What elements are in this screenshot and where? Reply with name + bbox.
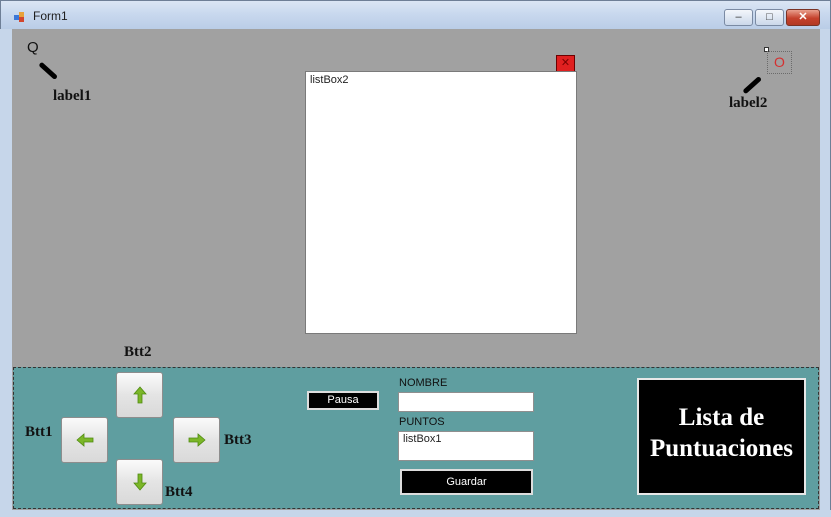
arrow-left-icon: [76, 433, 94, 447]
nombre-label: NOMBRE: [399, 377, 448, 389]
lista-line2: Puntuaciones: [649, 435, 794, 462]
listbox1[interactable]: listBox1: [398, 431, 534, 461]
title-bar: Form1 – □ ✕: [1, 1, 830, 30]
minimize-button[interactable]: –: [724, 9, 753, 26]
puntos-label: PUNTOS: [399, 416, 445, 428]
left-button[interactable]: [61, 417, 108, 463]
label1: label1: [53, 88, 92, 104]
listbox1-text: listBox1: [403, 433, 442, 445]
close-list-button[interactable]: ✕: [556, 55, 575, 72]
label2-ring[interactable]: O: [767, 51, 792, 74]
btt3-label: Btt3: [224, 432, 252, 448]
arrow-up-icon: [133, 386, 147, 404]
label2: label2: [729, 95, 768, 111]
close-button[interactable]: ✕: [786, 9, 820, 26]
guardar-button[interactable]: Guardar: [400, 469, 533, 495]
btt2-label: Btt2: [124, 344, 152, 360]
arrow-down-icon: [133, 473, 147, 491]
maximize-button[interactable]: □: [755, 9, 784, 26]
listbox2[interactable]: listBox2: [305, 71, 577, 334]
btt4-label: Btt4: [165, 484, 193, 500]
window-title: Form1: [33, 9, 68, 23]
down-button[interactable]: [116, 459, 163, 505]
arrow-right-icon: [188, 433, 206, 447]
label1-glyph: Q: [27, 39, 39, 56]
up-button[interactable]: [116, 372, 163, 418]
listbox2-text: listBox2: [310, 74, 349, 86]
lista-puntuaciones-button[interactable]: Lista de Puntuaciones: [637, 378, 806, 495]
right-button[interactable]: [173, 417, 220, 463]
btt1-label: Btt1: [25, 424, 53, 440]
lista-line1: Lista de: [678, 404, 765, 431]
nombre-input[interactable]: [398, 392, 534, 412]
app-icon: [14, 12, 24, 22]
pausa-button[interactable]: Pausa: [307, 391, 379, 410]
